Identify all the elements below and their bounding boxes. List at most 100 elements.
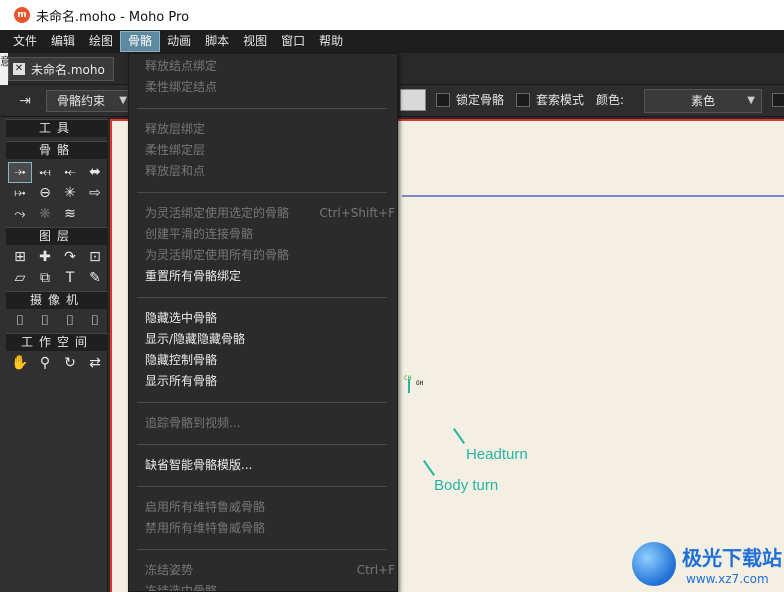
rotate-layer-icon[interactable]: ↷: [58, 247, 82, 268]
bone-label-headturn[interactable]: Headturn: [466, 446, 528, 463]
menu-item-flexi-bind-layer[interactable]: 柔性绑定层: [145, 140, 397, 161]
text-icon[interactable]: T: [58, 268, 82, 289]
menu-script[interactable]: 脚本: [198, 31, 236, 52]
caret-down-icon: ▼: [747, 95, 755, 106]
menu-separator: [137, 444, 387, 445]
bone-marker-label: OH: [416, 380, 424, 387]
camera-pan-icon[interactable]: ⌷: [83, 311, 107, 332]
lock-bone-checkbox[interactable]: [436, 93, 450, 107]
empty-slot: [83, 204, 107, 225]
bone-strength-icon[interactable]: ⬌: [83, 162, 107, 183]
menu-view[interactable]: 视图: [236, 31, 274, 52]
layer-copy-icon[interactable]: ⧉: [33, 268, 57, 289]
guide-line: [402, 195, 784, 197]
menu-item-hide-control-bones[interactable]: 隐藏控制骨骼: [145, 350, 397, 371]
bone-cluster-icon[interactable]: ❋: [33, 204, 57, 225]
color-dropdown[interactable]: 素色 ▼: [644, 89, 762, 113]
menu-window[interactable]: 窗口: [274, 31, 312, 52]
menu-item-enable-vitruvian-bones[interactable]: 启用所有维特鲁威骨骼: [145, 497, 397, 518]
menu-item-release-layer-points[interactable]: 释放层和点: [145, 161, 397, 182]
document-tab[interactable]: ✕ 未命名.moho: [8, 57, 114, 81]
camera-tool-grid: ⌷ ⌷ ⌷ ⌷: [8, 311, 107, 332]
window-title: 未命名.moho - Moho Pro: [36, 9, 190, 25]
magnifier-icon[interactable]: ⚲: [33, 353, 57, 374]
offset-bone-icon[interactable]: ⤳: [8, 204, 32, 225]
menu-item-toggle-hidden-bones[interactable]: 显示/隐藏隐藏骨骼: [145, 329, 397, 350]
bone-tools-heading: 骨骼: [6, 141, 108, 159]
menu-bone[interactable]: 骨骼: [120, 31, 161, 52]
reparent-bone-icon[interactable]: ⤝: [58, 162, 82, 183]
menu-separator: [137, 402, 387, 403]
layer-tools-heading: 图层: [6, 227, 108, 245]
bone-handle[interactable]: [423, 460, 435, 476]
shear-layer-icon[interactable]: ▱: [8, 268, 32, 289]
workspace-tool-grid: ✋ ⚲ ↻ ⇄: [8, 353, 107, 374]
workspace-tools-heading: 工作空间: [6, 333, 108, 351]
watermark-title: 极光下载站: [682, 546, 782, 570]
add-bone-icon[interactable]: ⤟: [33, 162, 57, 183]
menubar: 文件 编辑 绘图 骨骼 动画 脚本 视图 窗口 帮助: [0, 30, 784, 53]
select-bone-icon[interactable]: ⤞: [8, 162, 32, 183]
menu-item-release-points[interactable]: 释放结点绑定: [145, 56, 397, 77]
transform-bone-icon[interactable]: ⤠: [8, 183, 32, 204]
bone-handle[interactable]: [408, 379, 410, 393]
menu-animation[interactable]: 动画: [160, 31, 198, 52]
menu-item-freeze-selected-bones[interactable]: 冻结选中骨骼: [145, 581, 397, 591]
bone-handle[interactable]: [453, 428, 465, 444]
menu-item-track-bone-to-video[interactable]: 追踪骨骼到视频...: [145, 413, 397, 434]
menu-item-create-smooth-bones[interactable]: 创建平滑的连接骨骼: [145, 224, 397, 245]
tools-panel: 工具 骨骼 ⤞ ⤟ ⤝ ⬌ ⤠ ⊖ ✳ ⇨ ⤳ ❋ ≋ 图层 ⊞ ✚ ↷ ⊡ ▱…: [0, 117, 108, 592]
watermark: 极光下载站 www.xz7.com: [632, 538, 784, 592]
watermark-url: www.xz7.com: [686, 572, 769, 586]
bone-constraint-dropdown[interactable]: 骨骼约束 ▼: [46, 90, 132, 112]
scale-layer-icon[interactable]: ⊡: [83, 247, 107, 268]
bone-menu-dropdown: 释放结点绑定 柔性绑定结点 释放层绑定 柔性绑定层 释放层和点 为灵活绑定使用选…: [128, 53, 398, 592]
watermark-logo-icon: [632, 542, 676, 586]
menu-separator: [137, 549, 387, 550]
menu-item-use-all-bones[interactable]: 为灵活绑定使用所有的骨骼: [145, 245, 397, 266]
bone-select-icon[interactable]: ⇥: [14, 92, 36, 110]
camera-tools-heading: 摄像机: [6, 291, 108, 309]
menu-file[interactable]: 文件: [6, 31, 44, 52]
bone-wind-icon[interactable]: ≋: [58, 204, 82, 225]
color-label: 颜色:: [596, 93, 625, 107]
bone-arrow-icon[interactable]: ⇨: [83, 183, 107, 204]
layer-select-icon[interactable]: ⊞: [8, 247, 32, 268]
color-dropdown-value: 素色: [690, 94, 715, 108]
app-logo-icon: m: [14, 7, 30, 23]
menu-help[interactable]: 帮助: [312, 31, 350, 52]
eyedropper-icon[interactable]: ✎: [83, 268, 107, 289]
menu-item-show-all-bones[interactable]: 显示所有骨骼: [145, 371, 397, 392]
menu-item-release-layer[interactable]: 释放层绑定: [145, 119, 397, 140]
camera-roll-icon[interactable]: ⌷: [58, 311, 82, 332]
caret-down-icon: ▼: [119, 95, 127, 106]
hand-icon[interactable]: ✋: [8, 353, 32, 374]
camera-track-icon[interactable]: ⌷: [8, 311, 32, 332]
color-swatch[interactable]: [400, 89, 426, 111]
camera-zoom-icon[interactable]: ⌷: [33, 311, 57, 332]
menu-draw[interactable]: 绘图: [82, 31, 120, 52]
bone-physics-icon[interactable]: ✳: [58, 183, 82, 204]
menu-item-flexi-bind-points[interactable]: 柔性绑定结点: [145, 77, 397, 98]
orbit-icon[interactable]: ⇄: [83, 353, 107, 374]
bone-tool-grid: ⤞ ⤟ ⤝ ⬌ ⤠ ⊖ ✳ ⇨ ⤳ ❋ ≋: [8, 162, 107, 225]
pixel-mode-checkbox[interactable]: [516, 93, 530, 107]
window-titlebar: m 未命名.moho - Moho Pro: [0, 0, 784, 30]
bone-chain-icon[interactable]: ⊖: [33, 183, 57, 204]
menu-item-hide-selected-bones[interactable]: 隐藏选中骨骼: [145, 308, 397, 329]
menu-item-use-selected-bones[interactable]: 为灵活绑定使用选定的骨骼 Ctrl+Shift+F: [145, 203, 397, 224]
rotate-icon[interactable]: ↻: [58, 353, 82, 374]
close-icon[interactable]: ✕: [13, 63, 25, 75]
document-tab-label: 未命名.moho: [31, 62, 105, 77]
menu-item-freeze-pose[interactable]: 冻结姿势 Ctrl+F: [145, 560, 397, 581]
translate-layer-icon[interactable]: ✚: [33, 247, 57, 268]
menu-edit[interactable]: 编辑: [44, 31, 82, 52]
bone-label-bodyturn[interactable]: Body turn: [434, 477, 498, 494]
bone-constraint-label: 骨骼约束: [57, 94, 106, 108]
menu-item-disable-vitruvian-bones[interactable]: 禁用所有维特鲁威骨骼: [145, 518, 397, 539]
menu-item-smart-bone-template[interactable]: 缺省智能骨骼模版...: [145, 455, 397, 476]
tools-heading: 工具: [6, 119, 108, 137]
menu-separator: [137, 486, 387, 487]
extra-checkbox[interactable]: [772, 93, 784, 107]
menu-item-reset-bindings[interactable]: 重置所有骨骼绑定: [145, 266, 397, 287]
